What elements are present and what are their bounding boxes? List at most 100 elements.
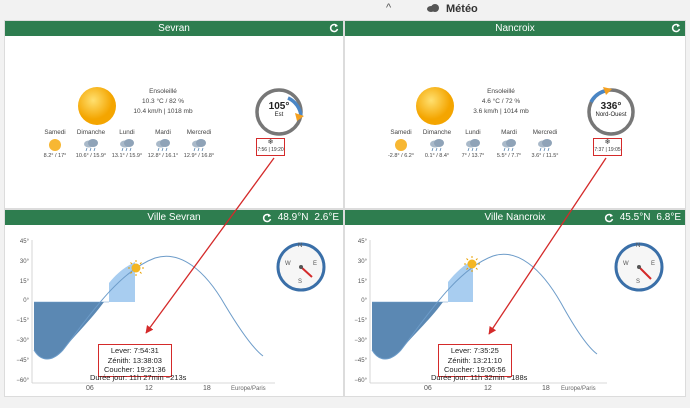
sunrise-sunset-text: 7:37 | 19:05 — [594, 147, 621, 153]
forecast-day: Samedi 8.2° / 17° — [37, 129, 73, 159]
refresh-icon[interactable] — [329, 23, 339, 33]
sunrise-time: Lever: 7:35:25 — [450, 346, 499, 355]
wind-pressure: 10.4 km/h | 1018 mb — [133, 108, 193, 115]
forecast-temps: 7° / 13.7° — [461, 153, 485, 159]
wind-degree: 105° Est — [254, 101, 304, 118]
forecast-temps: 0.1° / 8.4° — [424, 153, 450, 159]
timezone: Europe/Paris — [231, 386, 266, 392]
wind-direction-label: Est — [274, 112, 284, 118]
weather-icon — [427, 4, 439, 12]
wind-degree-value: 336° — [600, 101, 622, 112]
page-title: Météo — [446, 3, 478, 15]
sunrise-sunset-box: ❄ 7:37 | 19:05 — [593, 138, 622, 156]
cloud-rain-icon — [502, 139, 516, 152]
cloud-rain-icon — [156, 139, 170, 152]
night-area — [372, 302, 443, 359]
compass-n: N — [636, 243, 641, 249]
cloud-rain-icon — [192, 139, 206, 152]
sun-icon — [395, 139, 407, 151]
day-area — [109, 262, 135, 302]
condition-text: Ensoleillé — [487, 88, 515, 95]
forecast-list: Samedi 8.2° / 17° Dimanche 10.6° / 15.9°… — [37, 129, 217, 159]
refresh-icon[interactable] — [671, 23, 681, 33]
cloud-rain-icon — [120, 139, 134, 152]
wind-degree-value: 105° — [268, 101, 290, 112]
cloud-rain-icon — [538, 139, 552, 152]
x-tick: 06 — [86, 385, 94, 392]
forecast-day-name: Dimanche — [422, 129, 452, 136]
sun-icon — [49, 139, 61, 151]
sunrise-sunset-text: 7:56 | 19:20 — [257, 147, 284, 153]
weather-panel-sevran: Sevran Ensoleillé 10.3 °C / 82 % 10.4 km… — [4, 20, 344, 209]
forecast-day-name: Dimanche — [76, 129, 106, 136]
temperature-humidity: 10.3 °C / 82 % — [142, 98, 184, 105]
forecast-temps: 3.6° / 11.5° — [531, 153, 559, 159]
forecast-day: Mardi 12.8° / 16.1° — [145, 129, 181, 159]
compass-w: W — [285, 261, 291, 267]
forecast-day-name: Lundi — [465, 129, 481, 136]
day-duration: Durée jour: 11h 32min −188s — [431, 373, 528, 382]
zenith-time: Zénith: 13:38:03 — [107, 355, 162, 365]
forecast-day: Samedi -2.8° / 6.2° — [383, 129, 419, 159]
forecast-temps: 5.5° / 7.7° — [496, 153, 522, 159]
sun-panel-nancroix: Ville Nancroix 45.5°N 6.8°E 45° 30° 15° … — [344, 209, 686, 397]
compass-w: W — [623, 261, 629, 267]
compass-s: S — [636, 279, 641, 285]
forecast-temps: 10.6° / 15.9° — [75, 153, 107, 159]
temperature-humidity: 4.6 °C / 72 % — [481, 98, 521, 105]
forecast-day: Lundi 7° / 13.7° — [455, 129, 491, 159]
sun-info-box: Lever: 7:35:25 Zénith: 13:21:10 Coucher:… — [438, 344, 512, 377]
cloud-rain-icon — [466, 139, 480, 152]
wind-pressure: 3.6 km/h | 1014 mb — [473, 108, 529, 115]
sun-info-box: Lever: 7:54:31 Zénith: 13:38:03 Coucher:… — [98, 344, 172, 377]
snowflake-icon: ❄ — [604, 139, 611, 146]
weather-panel-nancroix: Nancroix Ensoleillé 4.6 °C / 72 % 3.6 km… — [344, 20, 686, 209]
sun-elevation-chart — [369, 240, 664, 384]
forecast-day-name: Mardi — [501, 129, 517, 136]
sunrise-time: Lever: 7:54:31 — [110, 346, 159, 355]
current-conditions: Ensoleillé 10.3 °C / 82 % 10.4 km/h | 10… — [98, 87, 228, 117]
forecast-day-name: Samedi — [44, 129, 66, 136]
forecast-day-name: Mercredi — [532, 129, 558, 136]
wind-direction-label: Nord-Ouest — [595, 112, 627, 118]
forecast-day: Mercredi 12.9° / 16.8° — [181, 129, 217, 159]
forecast-temps: 12.8° / 16.1° — [147, 153, 179, 159]
x-tick: 12 — [145, 385, 153, 392]
compass-n: N — [298, 243, 303, 249]
x-tick: 18 — [542, 385, 550, 392]
compass-e: E — [651, 261, 656, 267]
current-conditions: Ensoleillé 4.6 °C / 72 % 3.6 km/h | 1014… — [436, 87, 566, 117]
timezone: Europe/Paris — [561, 386, 596, 392]
panel-title: Sevran — [158, 23, 190, 34]
forecast-day: Dimanche 0.1° / 8.4° — [419, 129, 455, 159]
x-tick: 18 — [203, 385, 211, 392]
cloud-rain-icon — [84, 139, 98, 152]
panel-title: Nancroix — [495, 23, 535, 34]
wind-degree: 336° Nord-Ouest — [581, 101, 641, 118]
forecast-day-name: Samedi — [390, 129, 412, 136]
sun-elevation-chart — [31, 240, 326, 384]
forecast-day: Mercredi 3.6° / 11.5° — [527, 129, 563, 159]
compass-e: E — [313, 261, 318, 267]
snowflake-icon: ❄ — [267, 139, 274, 146]
forecast-temps: 12.9° / 16.8° — [183, 153, 215, 159]
forecast-day-name: Mercredi — [186, 129, 212, 136]
forecast-list: Samedi -2.8° / 6.2° Dimanche 0.1° / 8.4°… — [383, 129, 563, 159]
x-tick: 06 — [424, 385, 432, 392]
panel-header: Nancroix — [345, 21, 685, 36]
forecast-temps: 13.1° / 15.9° — [111, 153, 143, 159]
compass-s: S — [298, 279, 303, 285]
forecast-day: Mardi 5.5° / 7.7° — [491, 129, 527, 159]
chevron-up-icon[interactable]: ^ — [386, 2, 391, 14]
zenith-time: Zénith: 13:21:10 — [447, 355, 502, 365]
forecast-temps: 8.2° / 17° — [43, 153, 67, 159]
forecast-day: Lundi 13.1° / 15.9° — [109, 129, 145, 159]
day-duration: Durée jour: 11h 27min −213s — [90, 373, 187, 382]
sunrise-sunset-box: ❄ 7:56 | 19:20 — [256, 138, 285, 156]
cloud-rain-icon — [430, 139, 444, 152]
x-tick: 12 — [484, 385, 492, 392]
sun-panel-sevran: Ville Sevran 48.9°N 2.6°E 45° 30° 15° 0°… — [4, 209, 344, 397]
forecast-temps: -2.8° / 6.2° — [387, 153, 415, 159]
forecast-day-name: Lundi — [119, 129, 135, 136]
forecast-day-name: Mardi — [155, 129, 171, 136]
